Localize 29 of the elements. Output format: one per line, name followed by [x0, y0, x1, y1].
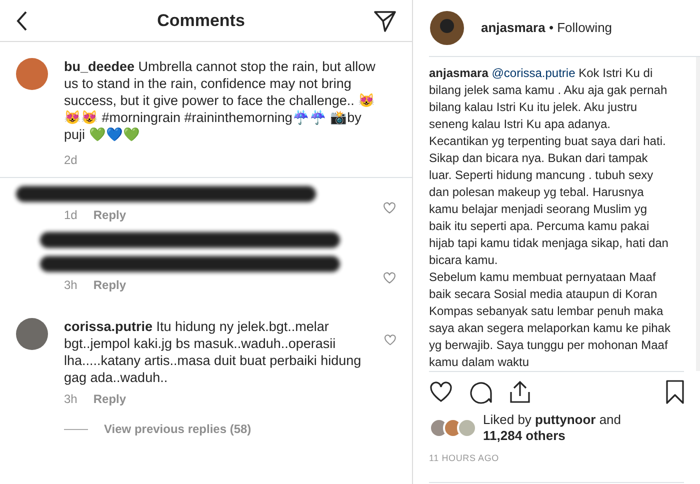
caption-text: bu_deedee Umbrella cannot stop the rain, but allow us to stand in the rain, confidence may not bring success, but it give power to face the challenge.. 😻😻😻 #morningrain #raininthemorning☔☔ 📸by puji 💚💙💚 [64, 58, 376, 143]
view-replies-link[interactable]: View previous replies (58) [104, 420, 252, 438]
heart-icon[interactable] [429, 381, 453, 403]
profile-avatar[interactable] [429, 10, 465, 46]
comment-icon[interactable] [469, 380, 493, 404]
user-avatar[interactable] [16, 58, 48, 90]
send-icon[interactable] [374, 10, 396, 32]
post-time: 11 HOURS AGO [429, 452, 684, 482]
likes-text: Liked by puttynoor and 11,284 others [483, 412, 622, 444]
post-comment: anjasmara @corissa.putrie Kok Istri Ku di bilang jelek sama kamu . Aku aja gak pernah bilang kalau Istri Ku itu jelek. Aku justru seneng kalau Istri Ku apa adanya. Kecantikan yg terpenting buat saya dari hati. Sikap dan bicara nya. Bukan dari tampak luar. Seperti hidung mancung . tubuh sexy dan polesan makeup yg tebal. Harusnya kamu belajar menjadi seorang Muslim yg baik itu seperti apa. Percuma kamu pakai hijab tapi kamu tidak menjaga sikap, hati dan bicara kamu. Sebelum kamu membuat pernyataan Maaf baik secara Sosial media ataupun di Koran Kompas sebanyak satu lembar penuh maka saya akan segera melaporkan kamu ke pihak yg berwajib. Saya tunggu per mohonan Maaf kamu dalam waktu [429, 65, 672, 371]
comment-text: corissa.putrie Itu hidung ny jelek.bgt..melar bgt..jempol kaki.jg bs masuk..waduh..operasii lha.....katany artis..masa duit buat perbaiki hidung gag ada..waduh.. [64, 318, 362, 386]
mention-link[interactable]: @corissa.putrie [492, 66, 576, 80]
page-title: Comments [157, 10, 245, 32]
back-icon[interactable] [16, 10, 28, 30]
following-label[interactable]: • Following [548, 20, 612, 36]
comment-time: 1d [64, 207, 78, 224]
reply-link[interactable]: Reply [93, 206, 126, 224]
like-icon[interactable] [384, 334, 396, 346]
comment-time: 3h [64, 277, 78, 294]
share-icon[interactable] [509, 380, 531, 404]
bookmark-icon[interactable] [666, 380, 684, 404]
reply-link[interactable]: Reply [93, 276, 126, 294]
like-icon[interactable] [383, 202, 396, 214]
like-icon[interactable] [383, 272, 396, 284]
comment-time: 2d [64, 152, 78, 169]
user-avatar[interactable] [16, 318, 48, 350]
comment-time: 3h [64, 391, 78, 408]
reply-link[interactable]: Reply [93, 390, 126, 408]
profile-username[interactable]: anjasmara [481, 20, 546, 36]
